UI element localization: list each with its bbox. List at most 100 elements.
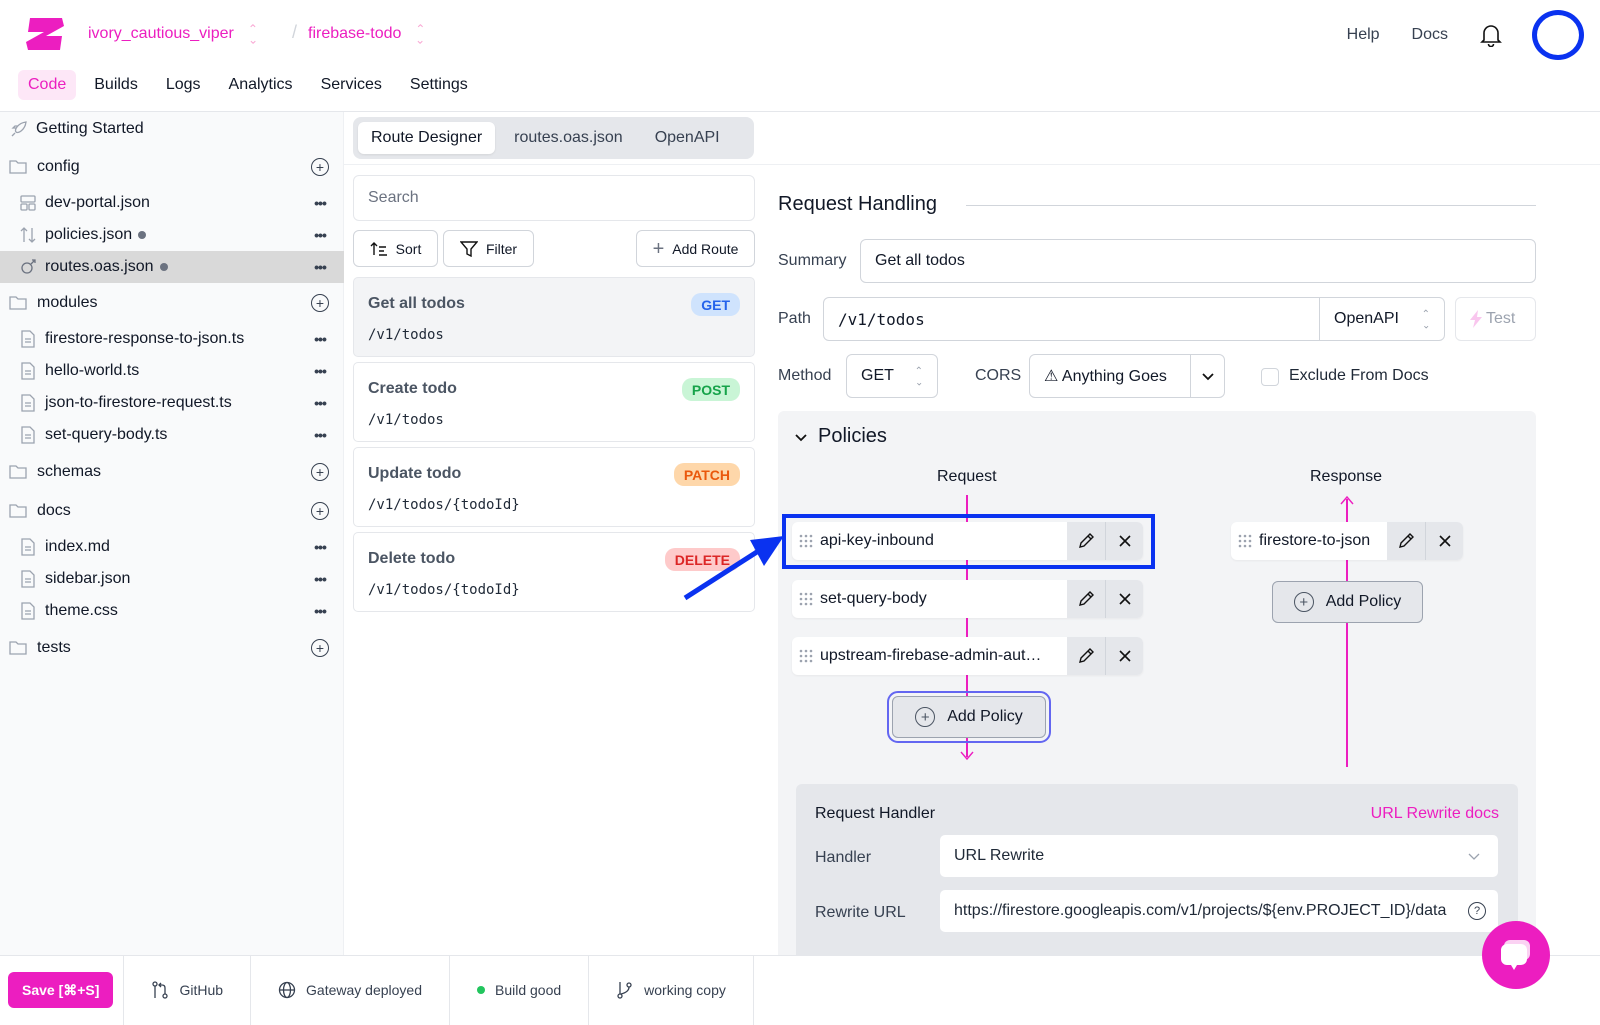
project-name: firebase-todo (308, 25, 402, 42)
request-policy-card[interactable]: set-query-body (792, 580, 1143, 618)
sidebar-file[interactable]: firestore-response-to-json.ts ••• (0, 323, 344, 355)
add-response-policy-button[interactable]: + Add Policy (1272, 581, 1423, 623)
file-menu-button[interactable]: ••• (310, 537, 330, 557)
add-file-button[interactable]: + (310, 638, 330, 658)
help-circle-icon[interactable]: ? (1468, 902, 1486, 920)
drag-handle-icon[interactable] (1231, 522, 1259, 560)
nav-settings[interactable]: Settings (400, 70, 478, 100)
add-file-button[interactable]: + (310, 462, 330, 482)
edit-policy-button[interactable] (1067, 522, 1105, 560)
filter-button[interactable]: Filter (443, 230, 534, 267)
sidebar-file[interactable]: policies.json ••• (0, 219, 344, 251)
add-policy-label: Add Policy (1325, 593, 1402, 610)
nav-builds[interactable]: Builds (84, 70, 148, 100)
nav-code[interactable]: Code (18, 70, 77, 100)
edit-policy-button[interactable] (1067, 637, 1105, 675)
tree-item-label: tests (37, 639, 71, 656)
getting-started-item[interactable]: Getting Started (0, 113, 344, 145)
add-file-button[interactable]: + (310, 501, 330, 521)
route-item[interactable]: Update todo/v1/todos/{todoId} PATCH (353, 447, 755, 527)
cors-dropdown-button[interactable] (1190, 354, 1225, 398)
project-switcher[interactable]: firebase-todo ⌃ ⌃ (308, 23, 425, 46)
sidebar-folder[interactable]: docs + (0, 495, 344, 527)
status-bar: Save [⌘+S] GitHub Gateway deployed Build… (0, 955, 1600, 1025)
org-switcher[interactable]: ivory_cautious_viper ⌃ ⌃ (88, 23, 258, 46)
tree-item-label: json-to-firestore-request.ts (45, 394, 232, 411)
test-button[interactable]: Test (1455, 297, 1536, 341)
remove-policy-button[interactable] (1105, 637, 1143, 675)
sidebar-file[interactable]: hello-world.ts ••• (0, 355, 344, 387)
bell-icon[interactable] (1480, 23, 1502, 47)
file-menu-button[interactable]: ••• (310, 257, 330, 277)
chat-support-button[interactable] (1482, 921, 1550, 989)
file-menu-button[interactable]: ••• (310, 393, 330, 413)
build-status-item[interactable]: Build good (448, 955, 588, 1025)
summary-input[interactable]: Get all todos (860, 239, 1536, 283)
add-route-button[interactable]: + Add Route (636, 230, 755, 267)
tab-route-designer[interactable]: Route Designer (358, 122, 496, 154)
route-title: Create todo (368, 380, 457, 397)
nav-analytics[interactable]: Analytics (219, 70, 303, 100)
route-search-input[interactable] (353, 175, 755, 221)
github-item[interactable]: GitHub (123, 955, 250, 1025)
sidebar-folder[interactable]: config + (0, 151, 344, 183)
sidebar-file[interactable]: dev-portal.json ••• (0, 187, 344, 219)
exclude-from-docs-checkbox[interactable] (1261, 368, 1279, 386)
edit-policy-button[interactable] (1067, 580, 1105, 618)
zuplo-logo[interactable] (24, 16, 66, 52)
file-menu-button[interactable]: ••• (310, 425, 330, 445)
tab-openapi[interactable]: OpenAPI (642, 122, 733, 154)
response-policy-card[interactable]: firestore-to-json (1231, 522, 1463, 560)
edit-policy-button[interactable] (1387, 522, 1425, 560)
nav-services[interactable]: Services (311, 70, 392, 100)
sidebar-file[interactable]: theme.css ••• (0, 595, 344, 627)
file-menu-button[interactable]: ••• (310, 569, 330, 589)
method-select[interactable]: GET ⌃ ⌃ (846, 354, 938, 398)
add-file-button[interactable]: + (310, 157, 330, 177)
cors-select[interactable]: ⚠ Anything Goes (1029, 354, 1191, 398)
sidebar-file[interactable]: sidebar.json ••• (0, 563, 344, 595)
save-button[interactable]: Save [⌘+S] (8, 972, 114, 1008)
tab-routes-oas-json[interactable]: routes.oas.json (501, 122, 636, 154)
remove-policy-button[interactable] (1425, 522, 1463, 560)
request-policy-card[interactable]: upstream-firebase-admin-aut… (792, 637, 1143, 675)
url-rewrite-docs-link[interactable]: URL Rewrite docs (1371, 805, 1499, 823)
remove-policy-button[interactable] (1105, 580, 1143, 618)
sidebar-folder[interactable]: schemas + (0, 456, 344, 488)
route-item[interactable]: Get all todos/v1/todos GET (353, 277, 755, 357)
nav-logs[interactable]: Logs (156, 70, 211, 100)
remove-policy-button[interactable] (1105, 522, 1143, 560)
file-menu-button[interactable]: ••• (310, 601, 330, 621)
drag-handle-icon[interactable] (792, 522, 820, 560)
policies-toggle[interactable]: Policies (794, 425, 887, 448)
path-input[interactable]: /v1/todos (823, 297, 1320, 341)
method-badge: PATCH (673, 463, 740, 486)
file-menu-button[interactable]: ••• (310, 329, 330, 349)
sort-button[interactable]: Sort (353, 230, 438, 267)
sidebar-file[interactable]: json-to-firestore-request.ts ••• (0, 387, 344, 419)
avatar[interactable] (1532, 10, 1584, 60)
route-item[interactable]: Create todo/v1/todos POST (353, 362, 755, 442)
file-menu-button[interactable]: ••• (310, 225, 330, 245)
sidebar-folder[interactable]: modules + (0, 287, 344, 319)
drag-handle-icon[interactable] (792, 637, 820, 675)
add-file-button[interactable]: + (310, 293, 330, 313)
sidebar-file[interactable]: index.md ••• (0, 531, 344, 563)
sidebar-file[interactable]: routes.oas.json ••• (0, 251, 344, 283)
path-mode-select[interactable]: OpenAPI ⌃ ⌃ (1319, 297, 1445, 341)
sidebar-file[interactable]: set-query-body.ts ••• (0, 419, 344, 451)
docs-link[interactable]: Docs (1412, 26, 1448, 44)
file-menu-button[interactable]: ••• (310, 361, 330, 381)
branch-item[interactable]: working copy (588, 955, 754, 1025)
file-menu-button[interactable]: ••• (310, 193, 330, 213)
help-link[interactable]: Help (1347, 26, 1380, 44)
rewrite-url-input[interactable]: https://firestore.googleapis.com/v1/proj… (939, 889, 1499, 933)
add-request-policy-button[interactable]: + Add Policy (887, 691, 1051, 743)
request-policy-card[interactable]: api-key-inbound (792, 522, 1143, 560)
route-item[interactable]: Delete todo/v1/todos/{todoId} DELETE (353, 532, 755, 612)
gateway-status-item[interactable]: Gateway deployed (250, 955, 449, 1025)
drag-handle-icon[interactable] (792, 580, 820, 618)
handler-select[interactable]: URL Rewrite (939, 834, 1499, 878)
summary-label: Summary (778, 252, 847, 269)
sidebar-folder[interactable]: tests + (0, 632, 344, 664)
